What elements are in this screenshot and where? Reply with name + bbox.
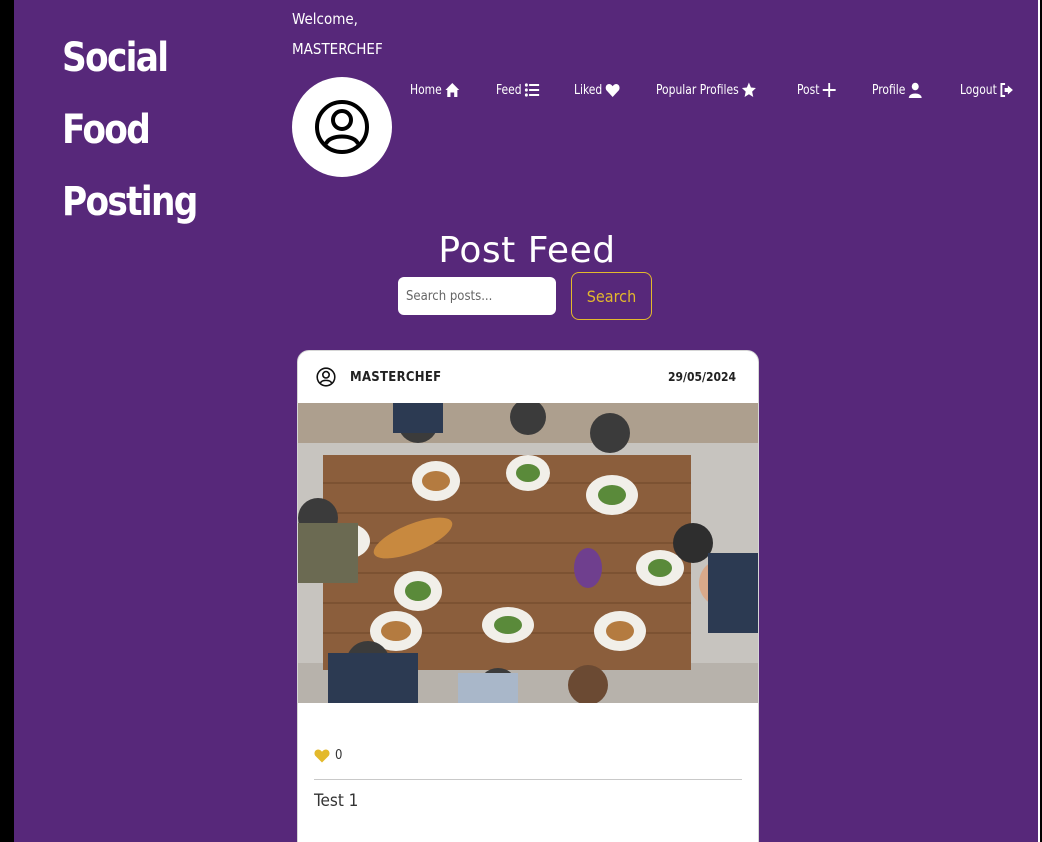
star-icon xyxy=(741,82,756,97)
nav-liked[interactable]: Liked xyxy=(574,82,620,98)
post-likes[interactable]: 0 xyxy=(314,748,342,763)
welcome-greeting: Welcome, xyxy=(292,10,358,28)
brand-title[interactable]: Social Food Posting xyxy=(62,22,260,238)
nav-popular-profiles[interactable]: Popular Profiles xyxy=(656,82,756,98)
nav-profile[interactable]: Profile xyxy=(872,82,923,98)
post-date: 29/05/2024 xyxy=(668,370,736,384)
post-username: MASTERCHEF xyxy=(350,369,442,385)
nav-post-label: Post xyxy=(797,82,820,98)
nav-logout[interactable]: Logout xyxy=(960,82,1014,98)
user-circle-icon xyxy=(315,100,369,154)
nav-home[interactable]: Home xyxy=(410,82,459,98)
home-icon xyxy=(445,83,459,97)
nav-profile-label: Profile xyxy=(872,82,906,98)
list-icon xyxy=(524,83,539,97)
nav-home-label: Home xyxy=(410,82,442,98)
post-divider xyxy=(314,779,742,780)
search-button[interactable]: Search xyxy=(571,272,652,320)
profile-avatar[interactable] xyxy=(292,77,392,177)
main-nav: Home Feed Liked Popular Profiles Post Pr… xyxy=(410,78,1019,102)
search-bar: Search xyxy=(398,272,652,320)
user-icon xyxy=(909,82,923,98)
scrollbar[interactable] xyxy=(1038,0,1040,842)
nav-liked-label: Liked xyxy=(574,82,603,98)
logout-icon xyxy=(1000,83,1013,97)
welcome-username: MASTERCHEF xyxy=(292,40,383,58)
post-author[interactable]: MASTERCHEF xyxy=(316,367,441,387)
user-circle-icon xyxy=(316,367,336,387)
post-header: MASTERCHEF 29/05/2024 xyxy=(298,351,758,403)
nav-feed-label: Feed xyxy=(495,82,522,98)
post-image[interactable] xyxy=(298,403,758,703)
like-count: 0 xyxy=(335,748,343,763)
post-caption: Test 1 xyxy=(314,791,359,811)
plus-icon xyxy=(823,83,837,97)
post-card: MASTERCHEF 29/05/2024 0 Test 1 xyxy=(297,350,759,842)
nav-popular-profiles-label: Popular Profiles xyxy=(656,82,739,98)
nav-feed[interactable]: Feed xyxy=(496,82,539,98)
welcome-message: Welcome, MASTERCHEF xyxy=(292,4,383,64)
page-title: Post Feed xyxy=(438,230,616,272)
heart-icon xyxy=(314,749,330,763)
nav-post[interactable]: Post xyxy=(797,82,837,98)
search-input[interactable] xyxy=(398,277,556,315)
page: Social Food Posting Welcome, MASTERCHEF … xyxy=(14,0,1040,842)
nav-logout-label: Logout xyxy=(959,82,997,98)
heart-icon xyxy=(605,84,620,97)
